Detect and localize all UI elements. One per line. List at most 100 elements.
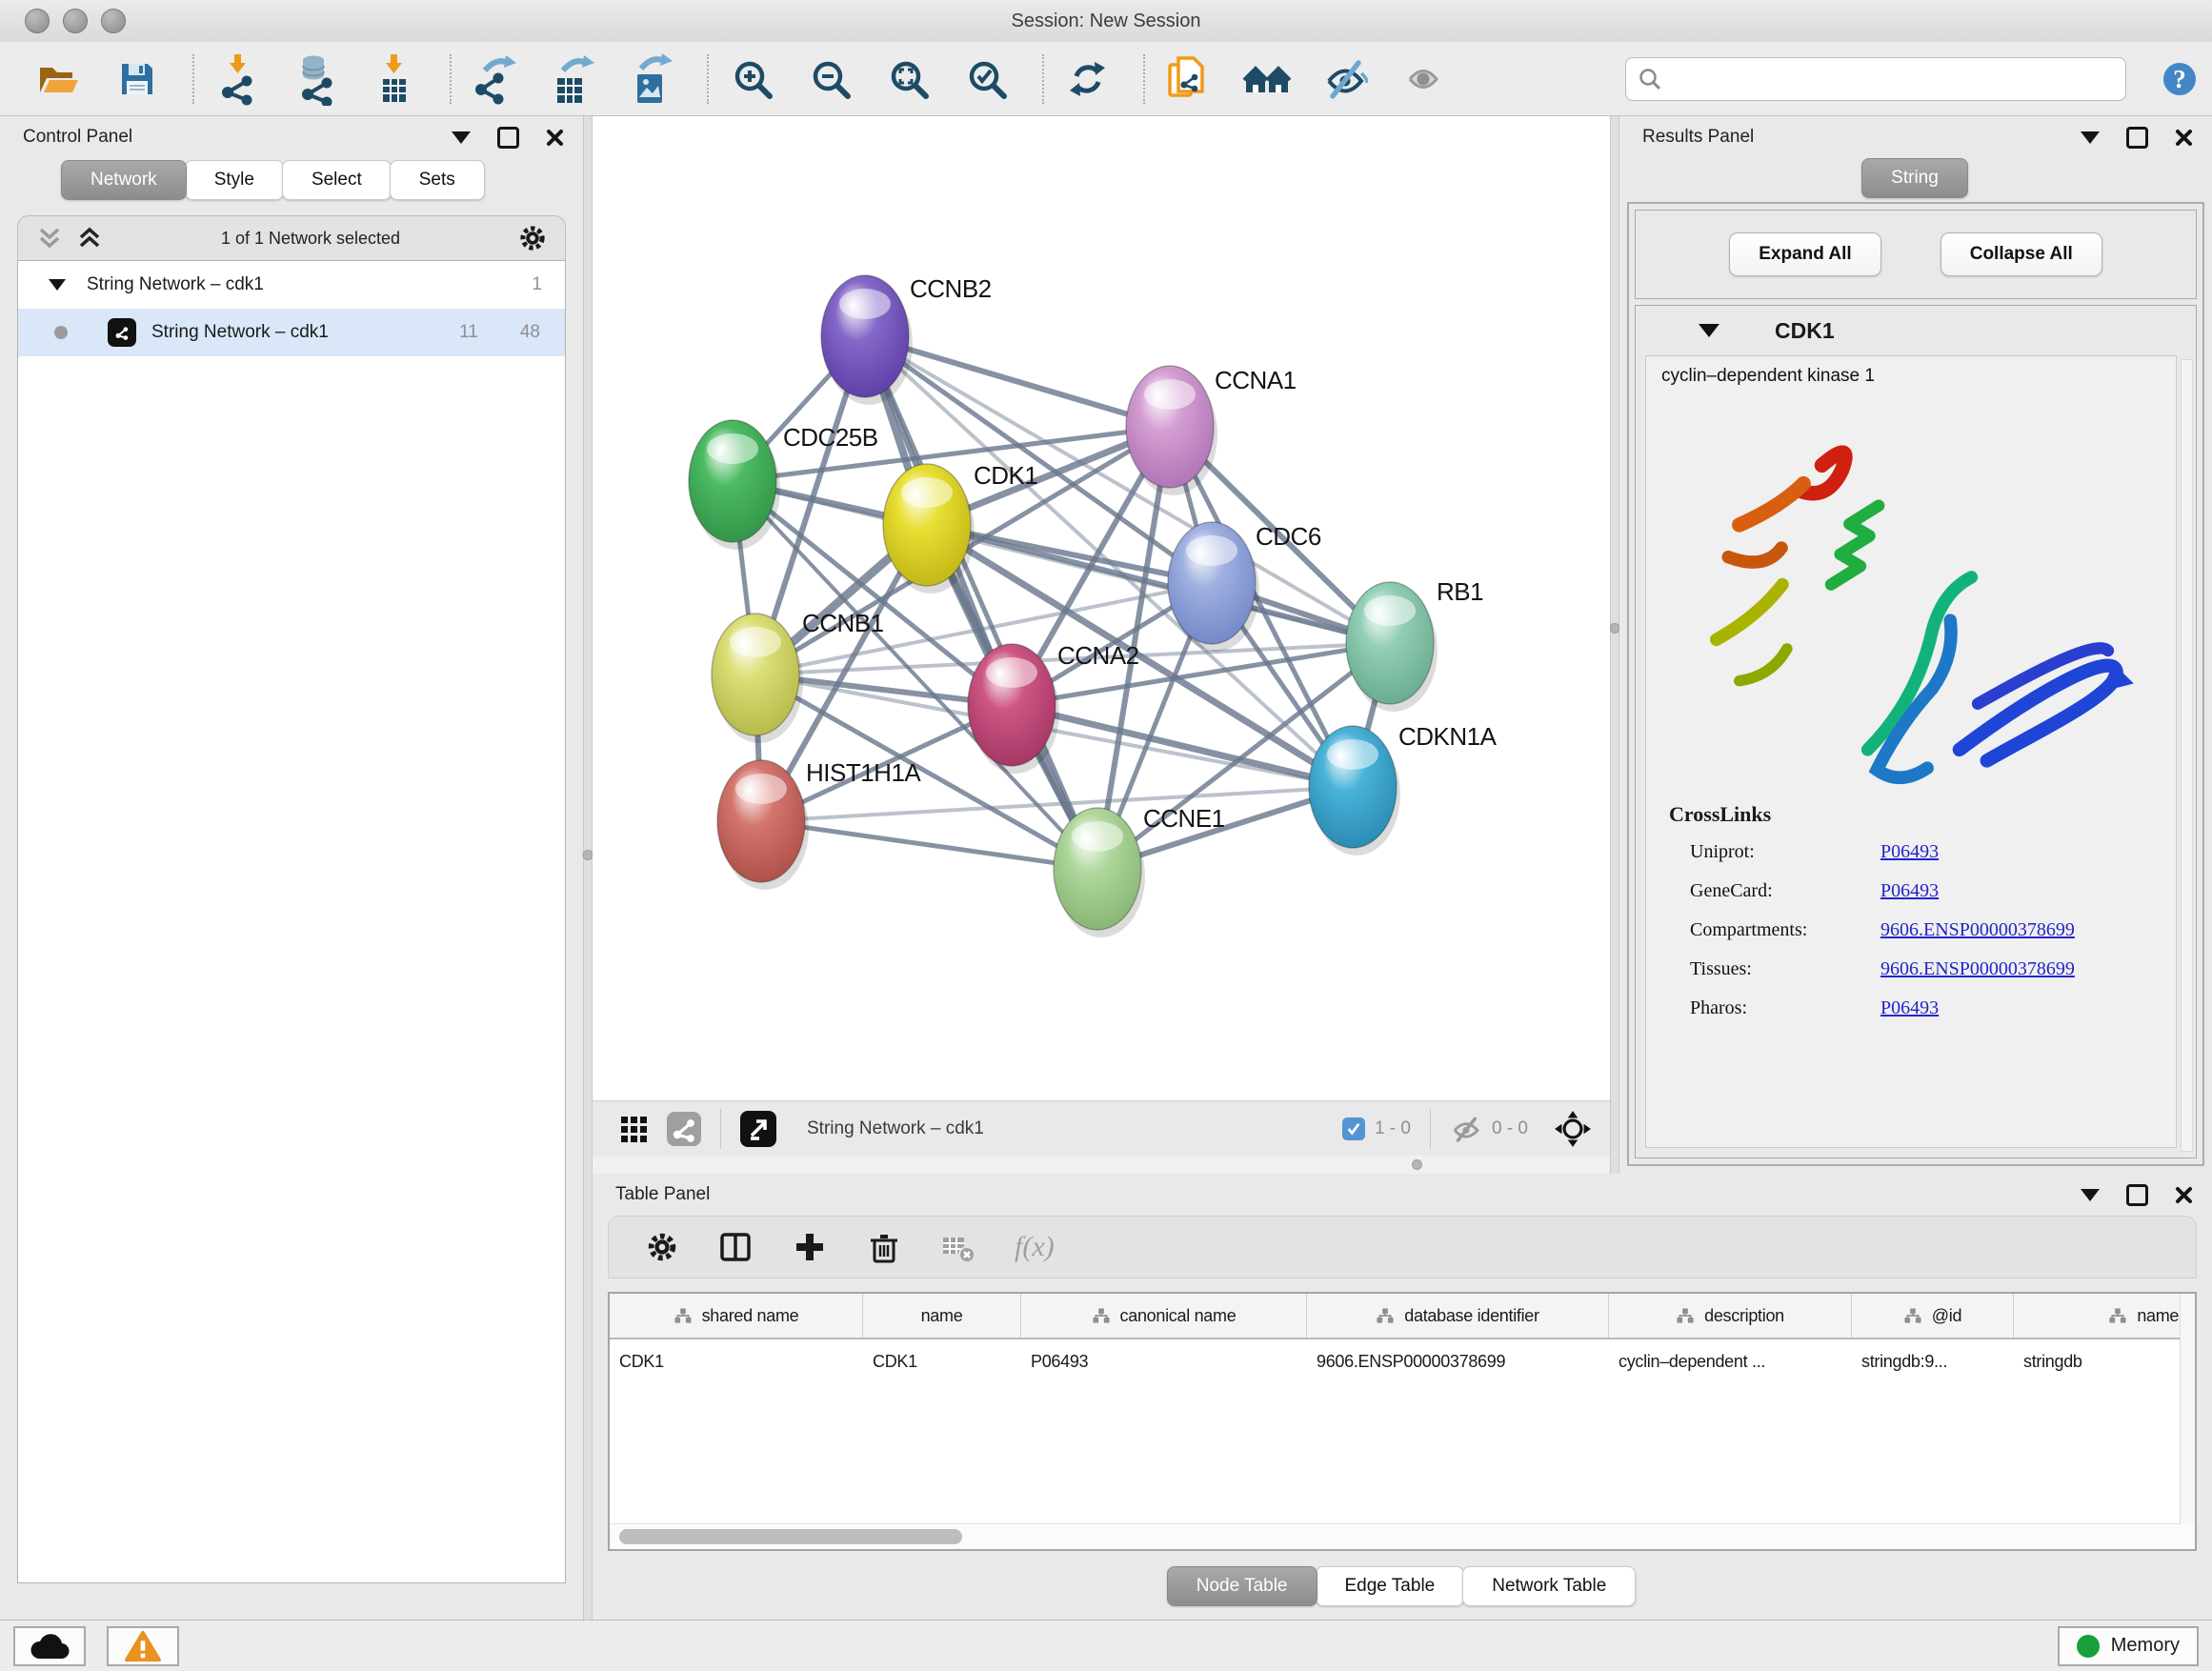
node-CDC6[interactable]: CDC6 (1168, 522, 1321, 652)
open-external-icon[interactable] (740, 1111, 776, 1147)
crosslink-link[interactable]: P06493 (1880, 880, 1939, 902)
panel-close-icon[interactable] (2175, 1186, 2193, 1204)
tab-edge-table[interactable]: Edge Table (1316, 1566, 1465, 1606)
window-close-button[interactable] (25, 9, 50, 33)
cell-namespace[interactable]: stringdb (2014, 1352, 2197, 1372)
hidden-eye-slash-icon[interactable] (1450, 1113, 1482, 1145)
save-session-button[interactable] (111, 51, 164, 107)
panel-float-icon[interactable] (2126, 127, 2148, 149)
panel-close-icon[interactable] (2175, 129, 2193, 147)
import-network-file-button[interactable] (211, 51, 265, 107)
selected-checkbox[interactable] (1342, 1117, 1365, 1140)
node-CDC25B[interactable]: CDC25B (689, 420, 878, 550)
import-table-button[interactable] (368, 51, 421, 107)
crosslink-link[interactable]: P06493 (1880, 997, 1939, 1019)
left-splitter-handle[interactable] (583, 850, 593, 860)
protein-section-header[interactable]: CDK1 (1636, 306, 2196, 355)
column-header-database-identifier[interactable]: database identifier (1307, 1294, 1609, 1338)
delete-table-icon[interactable] (940, 1229, 976, 1265)
memory-button[interactable]: Memory (2058, 1626, 2199, 1666)
zoom-selected-button[interactable] (960, 51, 1014, 107)
column-header-canonical-name[interactable]: canonical name (1021, 1294, 1307, 1338)
new-network-from-selection-button[interactable] (1162, 51, 1216, 107)
network-share-toggle-icon[interactable] (667, 1112, 701, 1146)
panel-close-icon[interactable] (546, 129, 564, 147)
delete-column-trash-icon[interactable] (866, 1229, 902, 1265)
tab-select[interactable]: Select (282, 160, 392, 200)
right-splitter[interactable] (1610, 116, 1619, 1174)
hide-selected-button[interactable] (1318, 51, 1372, 107)
tab-string[interactable]: String (1861, 158, 1968, 198)
network-canvas[interactable]: CCNB2CCNA1CDC25BCDK1CDC6RB1CCNB1CCNA2CDK… (593, 116, 1610, 1100)
results-scrollbar[interactable] (2181, 359, 2193, 1152)
table-row[interactable]: CDK1CDK1P064939606.ENSP00000378699cyclin… (610, 1339, 2195, 1383)
window-minimize-button[interactable] (63, 9, 88, 33)
import-network-database-button[interactable] (290, 51, 343, 107)
column-header-description[interactable]: description (1609, 1294, 1852, 1338)
search-field[interactable] (1625, 57, 2126, 101)
tab-node-table[interactable]: Node Table (1167, 1566, 1317, 1606)
cell-shared-name[interactable]: CDK1 (610, 1352, 863, 1372)
node-CCNB1[interactable]: CCNB1 (712, 609, 884, 743)
open-session-button[interactable] (32, 51, 86, 107)
table-vertical-scrollbar[interactable] (2180, 1294, 2195, 1524)
scrollbar-thumb[interactable] (619, 1529, 962, 1544)
table-horizontal-scrollbar[interactable] (610, 1523, 2195, 1549)
horizontal-splitter[interactable] (593, 1156, 1610, 1174)
node-CCNA1[interactable]: CCNA1 (1126, 366, 1297, 495)
edge-HIST1H1A-CCNE1[interactable] (761, 821, 1097, 869)
node-CCNE1[interactable]: CCNE1 (1054, 804, 1225, 937)
add-column-icon[interactable] (792, 1229, 828, 1265)
warnings-button[interactable] (107, 1626, 179, 1666)
network-collection-row[interactable]: String Network – cdk1 1 (18, 261, 565, 309)
collection-expand-icon[interactable] (49, 279, 66, 291)
node-CDK1[interactable]: CDK1 (883, 461, 1037, 594)
cell-database-identifier[interactable]: 9606.ENSP00000378699 (1307, 1352, 1609, 1372)
cell-name[interactable]: CDK1 (863, 1352, 1021, 1372)
window-zoom-button[interactable] (101, 9, 126, 33)
crosslink-link[interactable]: 9606.ENSP00000378699 (1880, 958, 2075, 980)
cloud-status-button[interactable] (13, 1626, 86, 1666)
panel-float-icon[interactable] (497, 127, 519, 149)
function-builder-icon[interactable]: f(x) (1015, 1231, 1055, 1263)
tab-sets[interactable]: Sets (390, 160, 485, 200)
expand-all-networks-icon[interactable] (75, 226, 104, 251)
column-header-shared-name[interactable]: shared name (610, 1294, 863, 1338)
tab-network-table[interactable]: Network Table (1462, 1566, 1636, 1606)
node-RB1[interactable]: RB1 (1346, 577, 1483, 712)
node-CCNB2[interactable]: CCNB2 (821, 274, 992, 405)
panel-menu-icon[interactable] (2081, 131, 2100, 144)
tab-style[interactable]: Style (185, 160, 284, 200)
tab-network[interactable]: Network (61, 160, 187, 200)
network-options-gear-icon[interactable] (517, 223, 548, 253)
section-collapse-icon[interactable] (1699, 324, 1719, 337)
show-columns-icon[interactable] (717, 1229, 754, 1265)
search-input[interactable] (1672, 68, 2114, 90)
collapse-all-networks-icon[interactable] (35, 226, 64, 251)
birdseye-grid-icon[interactable] (617, 1112, 652, 1146)
column-header-name[interactable]: name (863, 1294, 1021, 1338)
expand-all-button[interactable]: Expand All (1729, 232, 1880, 276)
left-splitter[interactable] (583, 116, 593, 1620)
zoom-out-button[interactable] (804, 51, 857, 107)
crosslink-link[interactable]: P06493 (1880, 841, 1939, 863)
collapse-all-button[interactable]: Collapse All (1941, 232, 2102, 276)
center-view-crosshair-icon[interactable] (1553, 1109, 1593, 1149)
help-button[interactable]: ? (2153, 51, 2206, 107)
network-row-selected[interactable]: String Network – cdk1 11 48 (18, 309, 565, 356)
table-options-gear-icon[interactable] (645, 1230, 679, 1264)
export-table-button[interactable] (547, 51, 600, 107)
cell-canonical-name[interactable]: P06493 (1021, 1352, 1307, 1372)
network-graph[interactable]: CCNB2CCNA1CDC25BCDK1CDC6RB1CCNB1CCNA2CDK… (593, 116, 1610, 1100)
zoom-in-button[interactable] (726, 51, 779, 107)
export-network-button[interactable] (469, 51, 522, 107)
zoom-fit-button[interactable] (882, 51, 935, 107)
cell-id[interactable]: stringdb:9... (1852, 1352, 2014, 1372)
panel-menu-icon[interactable] (452, 131, 471, 144)
cell-description[interactable]: cyclin–dependent ... (1609, 1352, 1852, 1372)
apply-layout-button[interactable] (1061, 51, 1115, 107)
first-neighbors-button[interactable] (1240, 51, 1294, 107)
node-CDKN1A[interactable]: CDKN1A (1309, 722, 1498, 856)
column-header-id[interactable]: @id (1852, 1294, 2014, 1338)
column-header-namespace[interactable]: namespace (2014, 1294, 2197, 1338)
